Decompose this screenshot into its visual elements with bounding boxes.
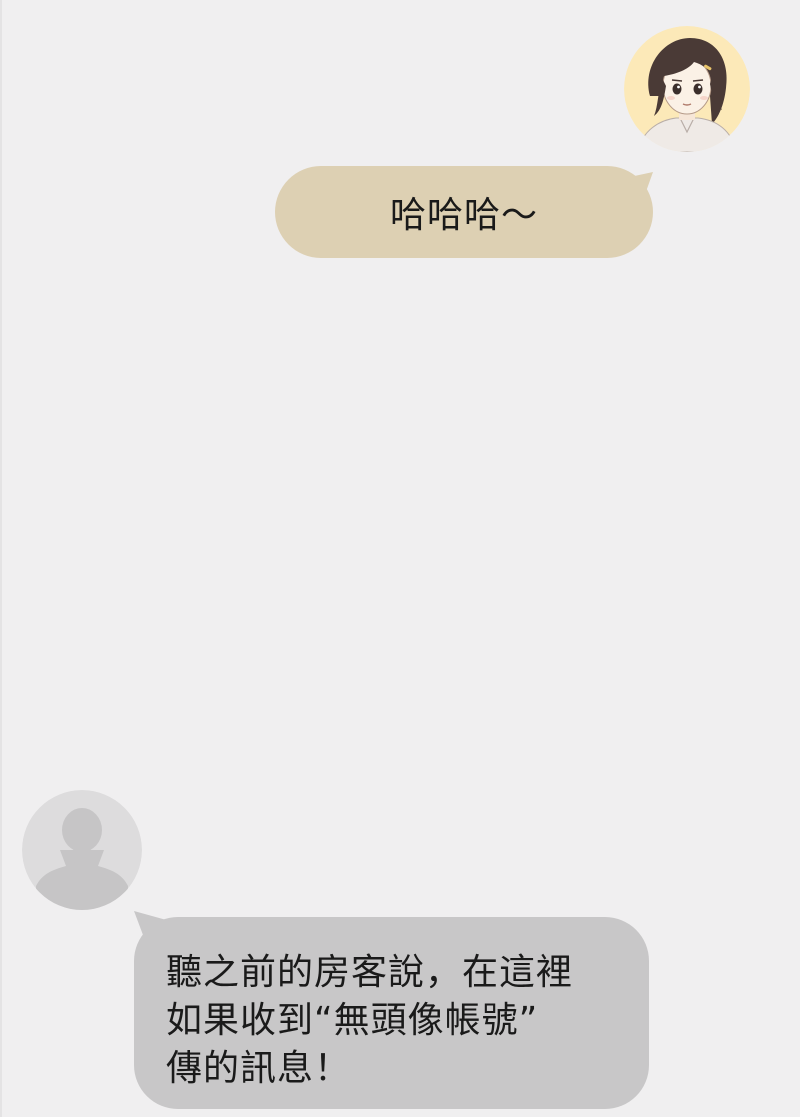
self-message-bubble[interactable]: 哈哈哈～ [275, 166, 653, 258]
message-line: 哈哈哈～ [389, 195, 538, 236]
other-message-bubble[interactable]: 聽之前的房客說，在這裡 如果收到“無頭像帳號” 傳的訊息！ [134, 911, 649, 1109]
other-bubble-tail [134, 911, 170, 943]
message-line: 傳的訊息！ [166, 1048, 352, 1089]
left-edge-divider [0, 0, 2, 1117]
other-message-text: 聽之前的房客說，在這裡 如果收到“無頭像帳號” 傳的訊息！ [166, 949, 629, 1093]
default-person-avatar-icon[interactable] [22, 790, 142, 910]
girl-avatar-icon[interactable] [624, 26, 750, 152]
message-line: 聽之前的房客說，在這裡 [166, 952, 574, 993]
self-message-text: 哈哈哈～ [275, 166, 653, 258]
message-line: 如果收到“無頭像帳號” [166, 1000, 539, 1041]
